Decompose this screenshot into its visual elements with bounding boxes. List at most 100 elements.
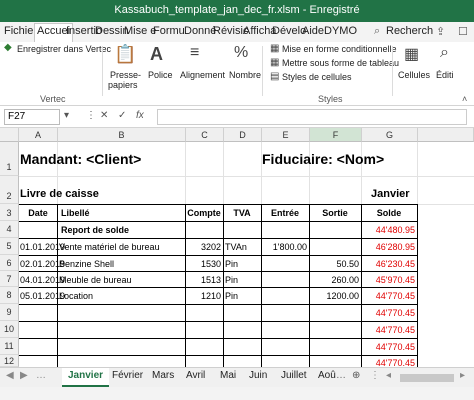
paste-label-2[interactable]: papiers bbox=[108, 80, 138, 90]
alignment-icon[interactable]: ≡ bbox=[190, 44, 199, 62]
row-header-3[interactable]: 3 bbox=[0, 204, 19, 221]
entry-tva[interactable]: Pin bbox=[225, 275, 238, 285]
column-header-e[interactable]: E bbox=[262, 128, 310, 142]
entry-compte[interactable]: 1513 bbox=[185, 275, 221, 285]
entry-sortie[interactable]: 260.00 bbox=[309, 275, 359, 285]
entry-tva[interactable]: TVAn bbox=[225, 242, 247, 252]
name-box-dropdown-icon[interactable]: ▾ bbox=[64, 110, 69, 121]
row-header-9[interactable]: 9 bbox=[0, 304, 19, 321]
report-solde[interactable]: 44'480.95 bbox=[361, 225, 415, 235]
select-all-corner[interactable] bbox=[0, 128, 19, 142]
header-tva[interactable]: TVA bbox=[223, 208, 261, 218]
sheet-tab-mai[interactable]: Mai bbox=[220, 370, 236, 381]
entry-solde[interactable]: 44'770.45 bbox=[361, 308, 415, 318]
header-solde[interactable]: Solde bbox=[361, 208, 417, 218]
sheet-tab-fevrier[interactable]: Février bbox=[112, 370, 143, 381]
comments-icon[interactable]: ☐ bbox=[458, 25, 468, 38]
column-header-c[interactable]: C bbox=[186, 128, 224, 142]
sheet-tab-mars[interactable]: Mars bbox=[152, 370, 174, 381]
column-header-d[interactable]: D bbox=[224, 128, 262, 142]
enter-icon[interactable]: ✓ bbox=[118, 110, 126, 121]
font-button[interactable]: Police bbox=[148, 70, 173, 80]
horizontal-scrollbar[interactable] bbox=[400, 374, 454, 382]
tab-split-icon[interactable]: ⋮ bbox=[370, 370, 380, 381]
row-header-12[interactable]: 12 bbox=[0, 355, 19, 367]
sheet-tab-juillet[interactable]: Juillet bbox=[281, 370, 307, 381]
share-icon[interactable]: ⇪ bbox=[436, 25, 445, 38]
tab-mise-en-page[interactable]: Mise e bbox=[124, 25, 156, 37]
entry-libelle[interactable]: Vente matériel de bureau bbox=[59, 242, 160, 252]
entry-tva[interactable]: Pin bbox=[225, 259, 238, 269]
entry-tva[interactable]: Pin bbox=[225, 291, 238, 301]
search-icon[interactable]: ⌕ bbox=[374, 25, 380, 38]
column-header-b[interactable]: B bbox=[58, 128, 186, 142]
row-header-10[interactable]: 10 bbox=[0, 321, 19, 338]
hscroll-left-icon[interactable]: ◂ bbox=[386, 370, 391, 381]
fiduciaire-title[interactable]: Fiduciaire: <Nom> bbox=[262, 151, 384, 167]
entry-compte[interactable]: 3202 bbox=[185, 242, 221, 252]
alignment-button[interactable]: Alignement bbox=[180, 70, 225, 80]
add-sheet-icon[interactable]: ⊕ bbox=[352, 370, 360, 381]
entry-solde[interactable]: 46'230.45 bbox=[361, 259, 415, 269]
header-compte[interactable]: Compte bbox=[185, 208, 223, 218]
worksheet-grid[interactable]: Mandant: <Client> Fiduciaire: <Nom> Livr… bbox=[19, 142, 474, 368]
table-format-button[interactable]: Mettre sous forme de tableau bbox=[282, 58, 399, 68]
row-header-5[interactable]: 5 bbox=[0, 238, 19, 255]
edit-button[interactable]: Éditi bbox=[436, 70, 454, 80]
column-header-h[interactable] bbox=[418, 128, 474, 142]
row-header-2[interactable]: 2 bbox=[0, 176, 19, 204]
sheet-tab-aout[interactable]: Aoû bbox=[318, 370, 336, 381]
entry-libelle[interactable]: Benzine Shell bbox=[59, 259, 114, 269]
insert-function-button[interactable]: fx bbox=[136, 110, 144, 121]
tab-dymo[interactable]: DYMO bbox=[324, 25, 357, 37]
entry-compte[interactable]: 1530 bbox=[185, 259, 221, 269]
entry-solde[interactable]: 46'280.95 bbox=[361, 242, 415, 252]
row-header-8[interactable]: 8 bbox=[0, 287, 19, 304]
header-entree[interactable]: Entrée bbox=[261, 208, 309, 218]
entry-solde[interactable]: 44'770.45 bbox=[361, 342, 415, 352]
column-header-a[interactable]: A bbox=[19, 128, 58, 142]
font-icon[interactable]: A bbox=[150, 44, 163, 65]
entry-solde[interactable]: 45'970.45 bbox=[361, 275, 415, 285]
tab-donnees[interactable]: Donné bbox=[184, 25, 216, 37]
report-label[interactable]: Report de solde bbox=[61, 225, 129, 235]
entry-compte[interactable]: 1210 bbox=[185, 291, 221, 301]
name-box[interactable]: F27 bbox=[4, 109, 60, 125]
hscroll-right-icon[interactable]: ▸ bbox=[460, 370, 465, 381]
header-sortie[interactable]: Sortie bbox=[309, 208, 361, 218]
entry-solde[interactable]: 44'770.45 bbox=[361, 325, 415, 335]
header-date[interactable]: Date bbox=[19, 208, 57, 218]
livre-caisse-title[interactable]: Livre de caisse bbox=[20, 188, 99, 200]
tab-overflow-icon[interactable]: … bbox=[336, 370, 346, 381]
row-header-7[interactable]: 7 bbox=[0, 271, 19, 287]
formula-input[interactable] bbox=[157, 109, 467, 125]
entry-sortie[interactable]: 1200.00 bbox=[309, 291, 359, 301]
column-header-g[interactable]: G bbox=[362, 128, 418, 142]
cells-icon[interactable]: ▦ bbox=[404, 44, 419, 64]
cell-styles-button[interactable]: Styles de cellules bbox=[282, 72, 352, 82]
cancel-icon[interactable]: ✕ bbox=[100, 110, 108, 121]
clipboard-icon[interactable]: 📋 bbox=[114, 44, 136, 65]
more-sheets-icon[interactable]: … bbox=[36, 370, 46, 381]
collapse-ribbon-icon[interactable]: ˄ bbox=[462, 94, 467, 104]
entry-sortie[interactable]: 50.50 bbox=[309, 259, 359, 269]
paste-label-1[interactable]: Presse- bbox=[110, 70, 141, 80]
entry-libelle[interactable]: Meuble de bureau bbox=[59, 275, 132, 285]
row-header-1[interactable]: 1 bbox=[0, 142, 19, 176]
cond-format-button[interactable]: Mise en forme conditionnelle bbox=[282, 44, 397, 54]
save-vertec-button[interactable]: Enregistrer dans Vertec bbox=[17, 44, 111, 54]
entry-solde[interactable]: 44'770.45 bbox=[361, 291, 415, 301]
header-libelle[interactable]: Libellé bbox=[61, 208, 90, 218]
row-header-11[interactable]: 11 bbox=[0, 338, 19, 355]
sheet-tab-avril[interactable]: Avril bbox=[186, 370, 205, 381]
tab-aide[interactable]: Aide bbox=[302, 25, 324, 37]
tab-recherche[interactable]: Recherch bbox=[386, 25, 433, 37]
sheet-tab-janvier[interactable]: Janvier bbox=[62, 368, 110, 387]
cells-button[interactable]: Cellules bbox=[398, 70, 430, 80]
scroll-left-icon[interactable]: ◀ bbox=[6, 370, 14, 381]
tab-fichier[interactable]: Fichier bbox=[4, 25, 37, 37]
mandant-title[interactable]: Mandant: <Client> bbox=[20, 151, 141, 167]
number-button[interactable]: Nombre bbox=[229, 70, 261, 80]
entry-libelle[interactable]: Location bbox=[59, 291, 93, 301]
tab-formules[interactable]: Formu bbox=[153, 25, 185, 37]
